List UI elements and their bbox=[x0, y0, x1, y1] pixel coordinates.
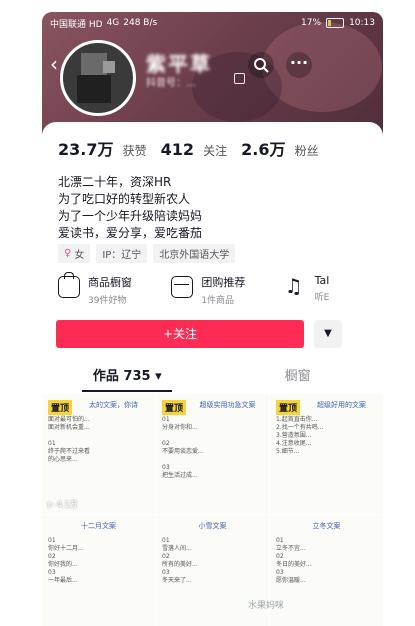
services-row: 商品橱窗 39件好物 团购推荐 1件商品 ♫ Tal 听E bbox=[58, 272, 383, 306]
search-button[interactable] bbox=[248, 52, 274, 78]
service-group-buy[interactable]: 团购推荐 1件商品 bbox=[171, 272, 284, 306]
video-thumbnail[interactable]: 置顶 超级实用功急文案 01 分身对你和... 02 不要用谈恋爱... 03 … bbox=[156, 394, 269, 514]
service-title: Tal bbox=[314, 274, 330, 287]
tab-showcase[interactable]: 橱窗 bbox=[213, 362, 384, 392]
search-icon bbox=[254, 58, 269, 73]
caret-down-icon: ▼ bbox=[324, 328, 332, 339]
pinned-badge: 置顶 bbox=[48, 400, 73, 415]
video-thumbnail[interactable]: 立冬文案 01 立冬不宜... 02 冬日的美好... 03 愿你温暖... bbox=[270, 515, 383, 626]
tab-works[interactable]: 作品 735 ▾ bbox=[42, 362, 213, 392]
copy-icon[interactable] bbox=[234, 73, 245, 84]
profile-name: 紫平草 bbox=[146, 52, 212, 76]
watermark: 水果妈咪 bbox=[248, 601, 285, 611]
network-speed: 248 B/s bbox=[123, 18, 158, 28]
thumbnail-title: 超级好用的文案 bbox=[317, 401, 366, 409]
status-bar: 中国联通 HD 4G 248 B/s 17% 10:13 bbox=[42, 12, 383, 34]
stat-likes[interactable]: 23.7万 获赞 bbox=[58, 136, 147, 160]
pinned-badge: 置顶 bbox=[162, 400, 187, 415]
stat-following[interactable]: 412 关注 bbox=[161, 140, 228, 159]
more-button[interactable]: ··· bbox=[286, 52, 312, 78]
stat-followers[interactable]: 2.6万 粉丝 bbox=[241, 136, 318, 160]
video-grid: 置顶 太的文案，你诗 面对最可怕的... 面对新机会重... 01 终于爬不过来… bbox=[42, 394, 383, 626]
thumbnail-text: 面对最可怕的... 面对新机会重... 01 终于爬不过来看 的心思来... bbox=[48, 416, 91, 463]
thumbnail-title: 十二月文案 bbox=[81, 522, 116, 530]
profile-tags: ♀ 女 IP：辽宁 北京外国语大学 bbox=[58, 244, 236, 263]
music-note-icon: ♫ bbox=[284, 274, 303, 298]
thumbnail-title: 小雪文案 bbox=[198, 522, 227, 530]
service-subtitle: 1件商品 bbox=[201, 296, 235, 306]
profile-uid: 抖音号：… bbox=[146, 78, 196, 89]
carrier-label: 中国联通 HD bbox=[50, 19, 103, 30]
recommend-dropdown-button[interactable]: ▼ bbox=[314, 320, 342, 348]
clock: 10:13 bbox=[349, 18, 375, 28]
service-subtitle: 39件好物 bbox=[88, 296, 127, 306]
school-tag[interactable]: 北京外国语大学 bbox=[153, 244, 236, 263]
stat-likes-value: 23.7万 bbox=[58, 140, 114, 159]
bio: 北漂二十年，资深HR 为了吃口好的转型新农人 为了一个少年升级陪读妈妈 爱读书，… bbox=[58, 174, 202, 242]
stat-followers-label: 粉丝 bbox=[294, 144, 319, 158]
follow-button[interactable]: +关注 bbox=[56, 320, 304, 348]
avatar[interactable] bbox=[60, 40, 136, 116]
thumbnail-text: 01 立冬不宜... 02 冬日的美好... 03 愿你温暖... bbox=[276, 537, 312, 584]
video-thumbnail[interactable]: 置顶 太的文案，你诗 面对最可怕的... 面对新机会重... 01 终于爬不过来… bbox=[42, 394, 155, 514]
gender-tag: ♀ 女 bbox=[58, 244, 91, 263]
view-count: ▷ 4.1万 bbox=[48, 500, 78, 509]
bio-line: 爱读书，爱分享，爱吃番茄 bbox=[58, 226, 203, 240]
female-icon: ♀ bbox=[64, 248, 72, 259]
profile-screen: 中国联通 HD 4G 248 B/s 17% 10:13 ‹ 紫平草 抖音号：…… bbox=[42, 12, 383, 626]
bio-line: 为了吃口好的转型新农人 bbox=[58, 192, 191, 206]
service-music[interactable]: ♫ Tal 听E bbox=[285, 272, 383, 306]
stat-following-value: 412 bbox=[160, 140, 194, 159]
shopping-bag-icon bbox=[58, 272, 80, 298]
video-thumbnail[interactable]: 十二月文案 01 你好十二月... 02 你好我的... 03 一年最后... bbox=[42, 515, 155, 626]
thumbnail-title: 超级实用功急文案 bbox=[199, 401, 256, 409]
service-title: 团购推荐 bbox=[201, 276, 246, 289]
stat-followers-value: 2.6万 bbox=[241, 140, 286, 159]
bio-line: 北漂二十年，资深HR bbox=[58, 175, 172, 189]
stat-likes-label: 获赞 bbox=[122, 144, 147, 158]
thumbnail-title: 立冬文案 bbox=[312, 522, 341, 530]
stat-following-label: 关注 bbox=[203, 144, 228, 158]
battery-icon bbox=[326, 18, 345, 28]
service-title: 商品橱窗 bbox=[88, 276, 132, 289]
video-thumbnail[interactable]: 置顶 超级好用的文案 1.起首直击你... 2.找一个有共鸣... 3.营造氛围… bbox=[270, 394, 383, 514]
battery-percent: 17% bbox=[301, 18, 322, 28]
store-icon bbox=[171, 276, 194, 298]
service-shop-window[interactable]: 商品橱窗 39件好物 bbox=[58, 272, 171, 306]
bio-line: 为了一个少年升级陪读妈妈 bbox=[58, 209, 203, 223]
active-tab-indicator bbox=[82, 390, 172, 392]
ip-tag: IP：辽宁 bbox=[96, 244, 148, 263]
content-tabs: 作品 735 ▾ 橱窗 bbox=[42, 362, 383, 392]
pinned-badge: 置顶 bbox=[276, 400, 301, 415]
thumbnail-title: 太的文案，你诗 bbox=[89, 401, 138, 409]
thumbnail-text: 01 你好十二月... 02 你好我的... 03 一年最后... bbox=[48, 537, 84, 584]
profile-card: 23.7万 获赞 412 关注 2.6万 粉丝 北漂二十年，资深HR 为了吃口好… bbox=[42, 122, 383, 626]
gender-label: 女 bbox=[74, 250, 85, 261]
more-dots-icon: ··· bbox=[289, 53, 309, 72]
thumbnail-text: 01 分身对你和... 02 不要用谈恋爱... 03 把生活过成... bbox=[162, 416, 204, 479]
thumbnail-text: 1.起首直击你... 2.找一个有共鸣... 3.营造氛围... 4.注意收尾.… bbox=[276, 416, 324, 455]
stats-row: 23.7万 获赞 412 关注 2.6万 粉丝 bbox=[58, 136, 319, 160]
service-subtitle: 听E bbox=[314, 293, 330, 303]
signal-label: 4G bbox=[106, 18, 120, 28]
thumbnail-text: 01 雪落人间... 02 所有的美好... 03 冬天来了... bbox=[162, 537, 198, 584]
